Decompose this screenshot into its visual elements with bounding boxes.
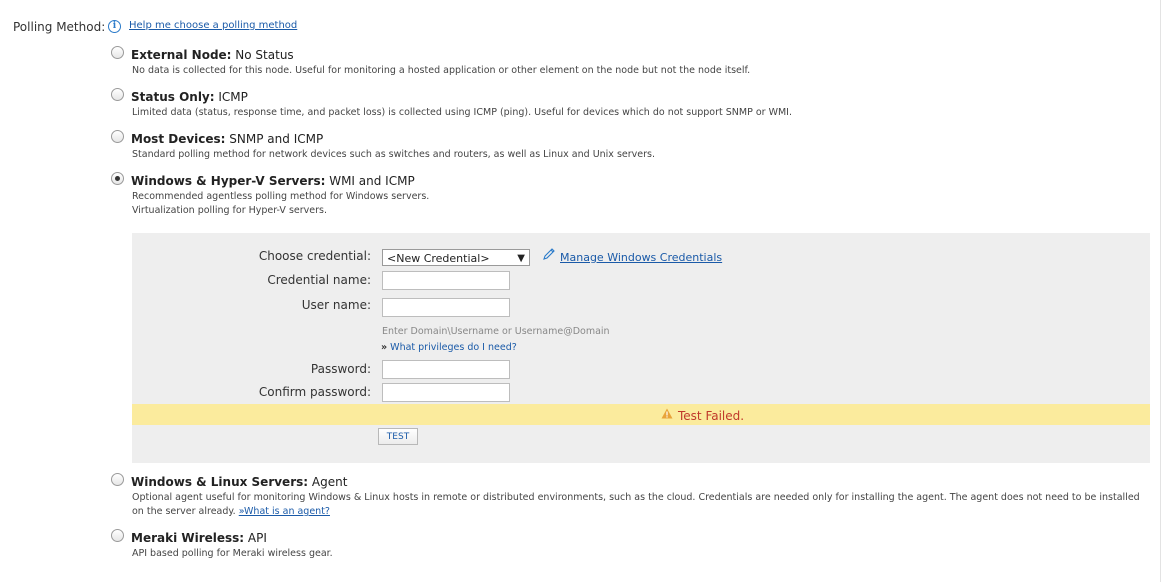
password-input[interactable] bbox=[382, 360, 510, 379]
help-choose-polling-link[interactable]: Help me choose a polling method bbox=[129, 20, 297, 31]
pencil-icon[interactable] bbox=[542, 247, 556, 261]
credentials-panel bbox=[132, 233, 1150, 463]
warning-icon bbox=[661, 408, 673, 419]
clipped-previous-content bbox=[128, 0, 162, 3]
password-label: Password: bbox=[310, 362, 371, 376]
option-desc-most-devices: Standard polling method for network devi… bbox=[132, 149, 655, 160]
radio-button[interactable] bbox=[111, 46, 124, 59]
radio-button[interactable] bbox=[111, 473, 124, 486]
option-desc-windows-hyperv-2: Virtualization polling for Hyper-V serve… bbox=[132, 205, 327, 216]
option-desc-status-only: Limited data (status, response time, and… bbox=[132, 107, 792, 118]
test-button[interactable]: TEST bbox=[378, 428, 418, 445]
radio-button[interactable] bbox=[111, 529, 124, 542]
option-title-external-node: External Node: No Status bbox=[131, 48, 294, 62]
confirm-password-input[interactable] bbox=[382, 383, 510, 402]
manage-windows-credentials-link[interactable]: Manage Windows Credentials bbox=[560, 251, 722, 264]
credential-select[interactable]: <New Credential> ▼ bbox=[382, 249, 530, 266]
what-is-agent-link[interactable]: »What is an agent? bbox=[239, 506, 330, 517]
privileges-bullet: » bbox=[381, 342, 388, 353]
option-desc-meraki-wireless: API based polling for Meraki wireless ge… bbox=[132, 548, 333, 559]
test-failed-text: Test Failed. bbox=[678, 409, 745, 423]
option-desc-windows-linux-agent: Optional agent useful for monitoring Win… bbox=[132, 492, 1140, 503]
info-icon: i bbox=[108, 20, 121, 33]
radio-button[interactable] bbox=[111, 130, 124, 143]
chevron-down-icon: ▼ bbox=[517, 253, 525, 264]
option-desc-external-node: No data is collected for this node. Usef… bbox=[132, 65, 751, 76]
radio-button-selected[interactable] bbox=[111, 172, 124, 185]
privileges-row: » What privileges do I need? bbox=[381, 342, 517, 353]
user-name-hint: Enter Domain\Username or Username@Domain bbox=[382, 326, 610, 337]
option-title-meraki-wireless: Meraki Wireless: API bbox=[131, 531, 267, 545]
radio-button[interactable] bbox=[111, 88, 124, 101]
test-status-bar bbox=[132, 404, 1150, 425]
option-title-most-devices: Most Devices: SNMP and ICMP bbox=[131, 132, 324, 146]
option-desc-windows-hyperv: Recommended agentless polling method for… bbox=[132, 191, 430, 202]
option-title-windows-linux-agent: Windows & Linux Servers: Agent bbox=[131, 475, 348, 489]
scrollbar-track[interactable] bbox=[1160, 0, 1173, 582]
polling-method-label: Polling Method: bbox=[13, 20, 106, 34]
what-privileges-link[interactable]: What privileges do I need? bbox=[390, 342, 517, 353]
credential-select-value: <New Credential> bbox=[387, 252, 490, 265]
option-title-status-only: Status Only: ICMP bbox=[131, 90, 248, 104]
option-title-windows-hyperv: Windows & Hyper-V Servers: WMI and ICMP bbox=[131, 174, 415, 188]
credential-name-input[interactable] bbox=[382, 271, 510, 290]
option-desc-windows-linux-agent-2: on the server already. »What is an agent… bbox=[132, 506, 330, 517]
choose-credential-label: Choose credential: bbox=[258, 249, 371, 263]
user-name-input[interactable] bbox=[382, 298, 510, 317]
credential-name-label: Credential name: bbox=[267, 273, 371, 287]
confirm-password-label: Confirm password: bbox=[258, 385, 371, 399]
user-name-label: User name: bbox=[301, 298, 371, 312]
